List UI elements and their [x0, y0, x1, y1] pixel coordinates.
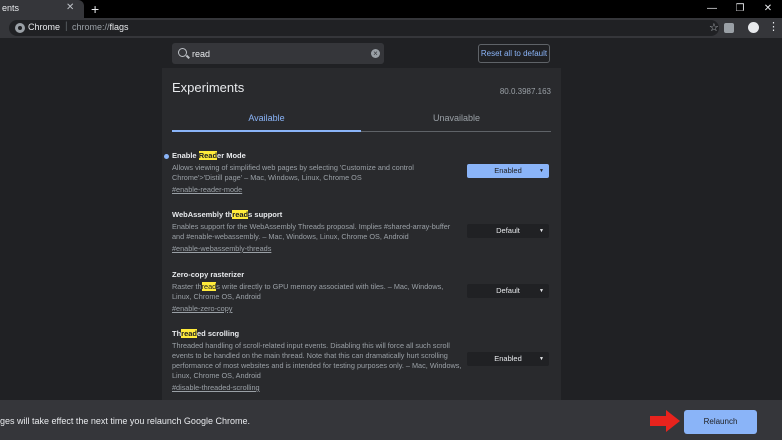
experiments-panel: Experiments 80.0.3987.163 Available Unav… — [162, 68, 561, 404]
url-separator: | — [65, 21, 68, 32]
dropdown-caret-icon: ▼ — [539, 228, 544, 234]
experiment-select[interactable]: Enabled ▼ — [467, 352, 549, 366]
new-tab-icon[interactable]: + — [91, 0, 99, 18]
url-scheme: chrome:// — [72, 22, 110, 32]
experiment-link[interactable]: #enable-reader-mode — [172, 185, 551, 194]
search-icon — [178, 48, 187, 57]
chrome-icon — [15, 23, 25, 33]
experiment-select[interactable]: Default ▼ — [467, 284, 549, 298]
title-text: Th — [172, 329, 182, 338]
select-value: Default — [496, 226, 520, 235]
tab-available[interactable]: Available — [172, 113, 361, 123]
experiment-select[interactable]: Enabled ▼ — [467, 164, 549, 178]
title-text: er Mode — [217, 151, 246, 160]
relaunch-button[interactable]: Relaunch — [684, 410, 757, 434]
tab-unavailable[interactable]: Unavailable — [362, 113, 551, 123]
version-label: 80.0.3987.163 — [499, 87, 551, 96]
reset-all-button[interactable]: Reset all to default — [478, 44, 550, 63]
select-value: Default — [496, 286, 520, 295]
modified-indicator-dot — [164, 154, 169, 159]
tab-bar: Available Unavailable — [172, 108, 551, 132]
experiment-item: WebAssembly threads support Enables supp… — [172, 210, 551, 253]
experiment-description: Threaded handling of scroll-related inpu… — [172, 341, 462, 380]
page-title: Experiments — [172, 80, 245, 95]
experiment-title: Threaded scrolling — [172, 329, 551, 338]
browser-tab[interactable]: ents ✕ — [0, 0, 84, 18]
site-name: Chrome — [28, 22, 61, 32]
toolbar: Chrome | chrome://flags ☆ — [0, 18, 782, 38]
menu-icon[interactable]: ⋮ — [768, 20, 779, 33]
experiment-description: Enables support for the WebAssembly Thre… — [172, 222, 451, 241]
minimize-icon[interactable]: — — [698, 0, 726, 18]
title-text: Zero-copy rasterizer — [172, 270, 245, 279]
relaunch-message: ges will take effect the next time you r… — [0, 416, 250, 426]
extension-icon[interactable] — [724, 23, 734, 33]
tab-close-icon[interactable]: ✕ — [66, 2, 74, 13]
bookmark-star-icon[interactable]: ☆ — [709, 21, 719, 34]
experiment-select[interactable]: Default ▼ — [467, 224, 549, 238]
experiment-description: Allows viewing of simplified web pages b… — [172, 163, 414, 182]
experiment-title: Zero-copy rasterizer — [172, 270, 551, 279]
title-text: s support — [248, 210, 283, 219]
search-highlight: read — [232, 210, 249, 219]
title-text: ed scrolling — [197, 329, 240, 338]
red-arrow-icon — [650, 410, 680, 432]
experiment-item: Zero-copy rasterizer Raster threads writ… — [172, 270, 551, 313]
experiment-item: Threaded scrolling Threaded handling of … — [172, 329, 551, 392]
dropdown-caret-icon: ▼ — [539, 356, 544, 362]
select-value: Enabled — [494, 166, 522, 175]
flags-header — [0, 38, 782, 68]
maximize-icon[interactable]: ❐ — [726, 0, 754, 18]
clear-search-icon[interactable]: × — [371, 49, 380, 58]
select-value: Enabled — [494, 354, 522, 363]
experiment-title: Enable Reader Mode — [172, 151, 551, 160]
tab-title: ents — [2, 3, 20, 13]
url-path: flags — [109, 22, 129, 32]
title-text: WebAssembly th — [172, 210, 233, 219]
experiment-link[interactable]: #disable-threaded-scrolling — [172, 383, 551, 392]
active-tab-indicator — [172, 130, 361, 132]
desc-text: Raster th — [172, 282, 202, 291]
url-text: chrome://flags — [72, 22, 129, 32]
profile-avatar-icon[interactable] — [748, 22, 759, 33]
dropdown-caret-icon: ▼ — [539, 168, 544, 174]
experiment-link[interactable]: #enable-zero-copy — [172, 304, 551, 313]
address-bar[interactable]: Chrome | chrome://flags ☆ — [9, 20, 719, 36]
experiment-description: Raster threads write directly to GPU mem… — [172, 282, 462, 302]
search-box: × — [172, 43, 384, 64]
experiment-link[interactable]: #enable-webassembly-threads — [172, 244, 551, 253]
search-highlight: read — [201, 282, 217, 291]
tab-strip: ents ✕ + — ❐ ✕ — [0, 0, 782, 18]
title-text: Enable — [172, 151, 199, 160]
search-input[interactable] — [192, 46, 362, 61]
experiment-title: WebAssembly threads support — [172, 210, 551, 219]
window-close-icon[interactable]: ✕ — [754, 0, 782, 18]
dropdown-caret-icon: ▼ — [539, 288, 544, 294]
search-highlight: read — [181, 329, 198, 338]
search-highlight: Read — [198, 151, 218, 160]
experiment-item: Enable Reader Mode Allows viewing of sim… — [164, 151, 551, 194]
